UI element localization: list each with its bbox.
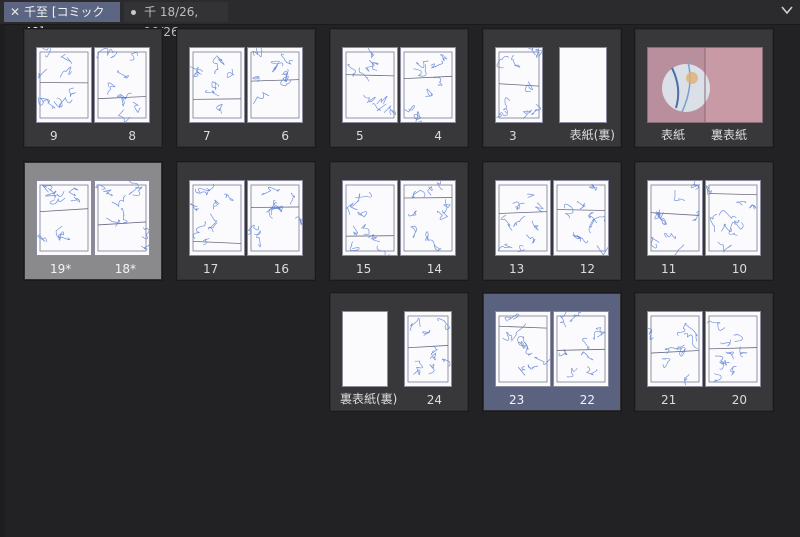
sketch-thumbnail [345,184,395,255]
sketch-thumbnail [706,184,758,253]
spread-card[interactable]: 17 16 [176,161,316,281]
page-number-label: 6 [281,129,289,143]
page-number-label: 13 [509,262,525,276]
sketch-thumbnail [248,184,302,252]
sketch-thumbnail [648,315,700,386]
sketch-thumbnail [250,48,300,119]
page-thumbnail[interactable] [400,47,456,123]
page-thumbnail[interactable] [342,180,398,256]
page-thumbnail[interactable] [400,180,456,256]
page-thumbnail[interactable] [36,180,92,256]
dot-icon [131,10,136,15]
page-thumbnail[interactable] [189,180,245,256]
sketch-thumbnail [407,315,451,383]
page-number-label: 12 [579,262,595,276]
sketch-thumbnail [95,181,149,252]
tab-inactive-document[interactable]: 千 18/26, 19/26 [124,2,228,39]
page-number-label: 16 [273,262,289,276]
page-number-label: 15 [356,262,372,276]
page-number-label: 24 [426,393,442,407]
page-thumbnail[interactable] [495,47,543,123]
spread-card[interactable]: 21 20 [634,292,774,412]
sketch-thumbnail [497,184,548,253]
page-number-label: 5 [356,129,364,143]
page-thumbnail[interactable] [495,311,551,387]
page-thumbnail[interactable] [342,311,388,387]
page-number-label: 21 [661,393,677,407]
page-number-label: 18* [114,262,136,276]
sketch-thumbnail [556,312,606,383]
page-thumbnail[interactable] [705,180,761,256]
chevron-down-icon[interactable] [780,3,794,17]
page-thumbnail[interactable] [647,180,703,256]
spread-card[interactable]: 11 10 [634,161,774,281]
page-thumbnail[interactable] [404,311,452,387]
page-number-label: 9 [50,129,58,143]
page-thumbnail[interactable] [553,180,609,256]
sketch-thumbnail [190,183,242,252]
page-number-label: 19* [50,262,72,276]
spread-card[interactable]: 15 14 [329,161,469,281]
sketch-thumbnail [706,315,758,383]
spread-card[interactable]: 23 22 [482,292,622,412]
page-number-label: 20 [731,393,747,407]
page-thumbnail[interactable] [36,47,92,123]
page-number-label: 3 [509,129,517,143]
page-number-label: 4 [434,129,442,143]
tab-bar: ✕ 千至 [コミック40] 千 18/26, 19/26 [0,0,800,39]
sketch-thumbnail [498,313,550,383]
page-thumbnail[interactable] [94,47,150,123]
page-thumbnail[interactable] [189,47,245,123]
spread-card[interactable]: 76 [176,28,316,148]
close-icon[interactable]: ✕ [10,2,20,22]
cover-thumbnail[interactable] [647,47,763,123]
page-number-label: 11 [661,262,677,276]
sketch-thumbnail [403,181,453,252]
page-thumbnail[interactable] [553,311,609,387]
page-number-label: 裏表紙 [710,128,747,142]
spread-card[interactable]: 98 [23,28,163,148]
spread-card[interactable]: 表紙 裏表紙 [634,28,774,148]
page-thumbnail[interactable] [94,180,150,256]
page-management-grid: 9 8 7 6 5 4 3 表紙(裏) 表紙 裏表紙 19* 18* 17 16 15 14 13 12 11 10 裏… [0,24,800,537]
page-thumbnail[interactable] [705,311,761,387]
sketch-thumbnail [37,48,89,119]
page-number-label: 表紙(裏) [569,128,615,142]
page-thumbnail[interactable] [342,47,398,123]
sketch-thumbnail [190,51,242,119]
spread-card[interactable]: 13 12 [482,161,622,281]
page-number-label: 22 [579,393,595,407]
spread-card[interactable]: 3 表紙(裏) [482,28,622,148]
cover-art [648,48,710,122]
page-number-label: 8 [128,129,136,143]
page-number-label: 23 [509,393,525,407]
page-number-label: 17 [203,262,219,276]
tab-active-document[interactable]: ✕ 千至 [コミック40] [4,2,120,39]
sketch-thumbnail [556,184,608,255]
page-number-label: 10 [731,262,747,276]
sketch-thumbnail [403,51,453,122]
page-thumbnail[interactable] [559,47,607,123]
page-number-label: 7 [203,129,211,143]
page-thumbnail[interactable] [495,180,551,256]
page-number-label: 裏表紙(裏) [340,392,398,406]
sketch-thumbnail [496,48,542,120]
sketch-thumbnail [650,181,700,255]
page-thumbnail[interactable] [247,180,303,256]
sketch-thumbnail [345,48,396,119]
spread-card[interactable]: 裏表紙(裏) 24 [329,292,469,412]
spread-card[interactable]: 54 [329,28,469,148]
page-number-label: 表紙 [661,128,686,142]
page-number-label: 14 [426,262,442,276]
page-thumbnail[interactable] [647,311,703,387]
spread-card[interactable]: 19* 18* [23,161,163,281]
page-thumbnail[interactable] [247,47,303,123]
sketch-thumbnail [96,48,147,122]
sketch-thumbnail [37,184,89,252]
